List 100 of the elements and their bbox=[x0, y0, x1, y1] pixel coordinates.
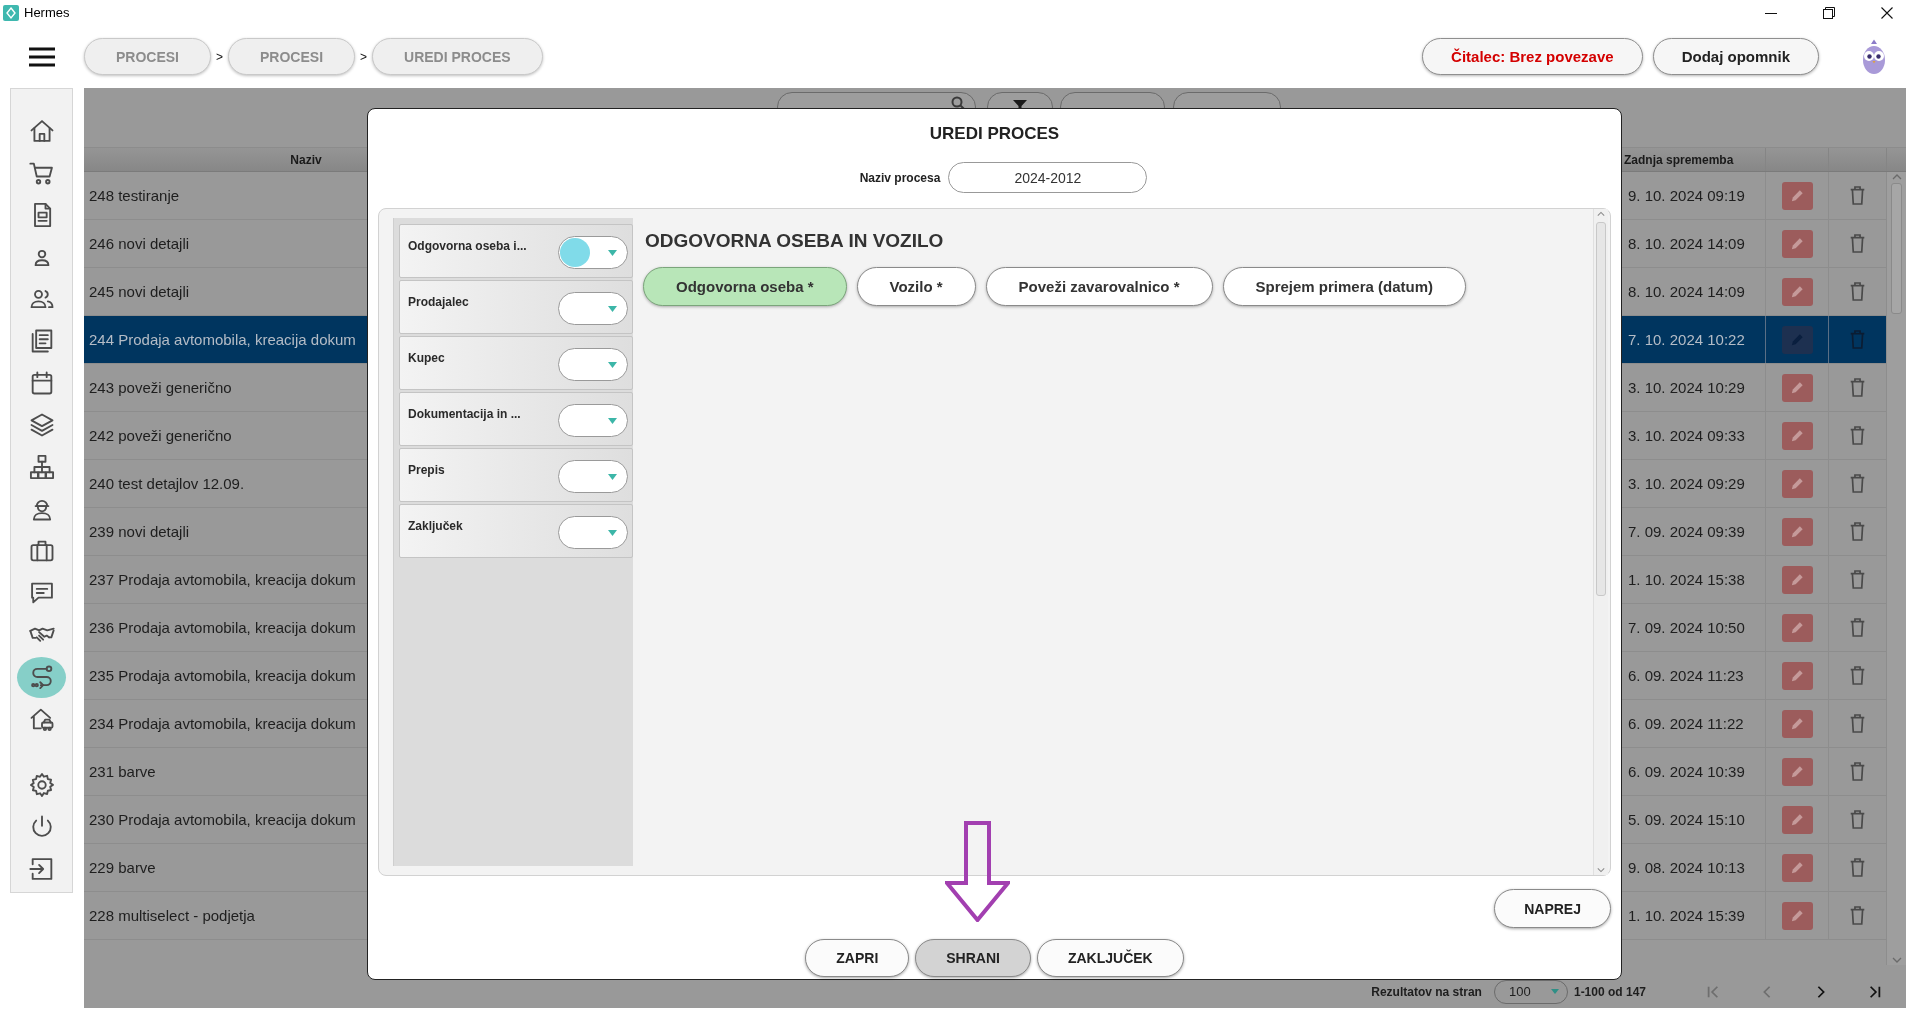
step-dropdown[interactable] bbox=[558, 516, 628, 549]
edit-button[interactable] bbox=[1781, 565, 1813, 594]
process-name: 231 barve bbox=[89, 763, 156, 780]
process-name: 243 poveži generično bbox=[89, 379, 232, 396]
pencil-icon bbox=[1789, 716, 1805, 731]
step-item[interactable]: Prepis bbox=[399, 448, 633, 502]
trash-icon[interactable] bbox=[1849, 761, 1866, 782]
dialog-button[interactable]: ZAPRI bbox=[805, 939, 910, 977]
trash-icon[interactable] bbox=[1849, 473, 1866, 494]
pencil-icon bbox=[1789, 812, 1805, 827]
trash-icon[interactable] bbox=[1849, 377, 1866, 398]
edit-button[interactable] bbox=[1781, 853, 1813, 882]
pencil-icon bbox=[1789, 908, 1805, 923]
trash-icon[interactable] bbox=[1849, 617, 1866, 638]
subtab[interactable]: Odgovorna oseba * bbox=[643, 267, 847, 306]
step-item[interactable]: Zaključek bbox=[399, 504, 633, 558]
edit-button[interactable] bbox=[1781, 373, 1813, 402]
modified-date: 9. 08. 2024 10:13 bbox=[1628, 859, 1745, 876]
scrollbar[interactable] bbox=[1886, 172, 1906, 965]
edit-button[interactable] bbox=[1781, 709, 1813, 738]
pencil-icon bbox=[1789, 860, 1805, 875]
edit-button[interactable] bbox=[1781, 517, 1813, 546]
step-item[interactable]: Odgovorna oseba i... bbox=[399, 224, 633, 278]
trash-icon[interactable] bbox=[1849, 185, 1866, 206]
caret-icon bbox=[608, 529, 617, 536]
trash-icon[interactable] bbox=[1849, 857, 1866, 878]
menu-icon[interactable] bbox=[29, 46, 55, 67]
scrollbar-thumb[interactable] bbox=[1891, 183, 1902, 314]
scroll-up-icon[interactable] bbox=[1892, 174, 1902, 180]
settings-icon[interactable] bbox=[27, 771, 56, 799]
edit-button[interactable] bbox=[1781, 181, 1813, 210]
step-label: Odgovorna oseba i... bbox=[408, 239, 528, 253]
network-icon[interactable] bbox=[27, 453, 56, 481]
trash-icon[interactable] bbox=[1849, 281, 1866, 302]
step-dropdown[interactable] bbox=[558, 404, 628, 437]
last-page-icon[interactable] bbox=[1868, 984, 1882, 999]
trash-icon[interactable] bbox=[1849, 905, 1866, 926]
trash-icon[interactable] bbox=[1849, 521, 1866, 542]
process-name: 244 Prodaja avtomobila, kreacija dokum bbox=[89, 331, 356, 348]
name-field[interactable]: 2024-2012 bbox=[948, 162, 1148, 193]
step-dropdown[interactable] bbox=[558, 460, 628, 493]
process-name: 245 novi detajli bbox=[89, 283, 190, 300]
trash-icon[interactable] bbox=[1849, 809, 1866, 830]
scrollbar-thumb[interactable] bbox=[1596, 222, 1606, 596]
scroll-down-icon[interactable] bbox=[1597, 867, 1605, 873]
modified-date: 1. 10. 2024 15:39 bbox=[1628, 907, 1745, 924]
edit-button[interactable] bbox=[1781, 469, 1813, 498]
restore-icon[interactable] bbox=[1823, 6, 1835, 19]
caret-icon bbox=[608, 305, 617, 312]
edit-button[interactable] bbox=[1781, 277, 1813, 306]
trash-icon[interactable] bbox=[1849, 569, 1866, 590]
edit-button[interactable] bbox=[1781, 661, 1813, 690]
trash-icon[interactable] bbox=[1849, 425, 1866, 446]
pencil-icon bbox=[1789, 476, 1805, 491]
page-range: 1-100 od 147 bbox=[1573, 984, 1646, 999]
modified-date: 3. 10. 2024 09:33 bbox=[1628, 427, 1745, 444]
step-item[interactable]: Dokumentacija in ... bbox=[399, 392, 633, 446]
next-button[interactable]: NAPREJ bbox=[1494, 889, 1611, 928]
column-header: Naziv bbox=[290, 152, 322, 167]
step-item[interactable]: Prodajalec bbox=[399, 280, 633, 334]
scroll-up-icon[interactable] bbox=[1597, 211, 1605, 217]
subtab[interactable]: Vozilo * bbox=[856, 267, 976, 306]
modified-date: 1. 10. 2024 15:38 bbox=[1628, 571, 1745, 588]
process-name: 228 multiselect - podjetja bbox=[89, 907, 255, 924]
edit-button[interactable] bbox=[1781, 901, 1813, 930]
process-name: 248 testiranje bbox=[89, 187, 180, 204]
edit-button[interactable] bbox=[1781, 757, 1813, 786]
step-label: Dokumentacija in ... bbox=[408, 407, 522, 421]
pencil-icon bbox=[1789, 764, 1805, 779]
modified-date: 6. 09. 2024 11:23 bbox=[1628, 667, 1744, 684]
breadcrumb-separator: > bbox=[360, 49, 368, 64]
step-dropdown[interactable] bbox=[558, 348, 628, 381]
step-dropdown[interactable] bbox=[558, 292, 628, 325]
column-header: Zadnja sprememba bbox=[1624, 152, 1734, 167]
scroll-down-icon[interactable] bbox=[1892, 957, 1902, 963]
edit-button[interactable] bbox=[1781, 229, 1813, 258]
modified-date: 7. 10. 2024 10:22 bbox=[1628, 331, 1745, 348]
modified-date: 8. 10. 2024 14:09 bbox=[1628, 283, 1745, 300]
trash-icon[interactable] bbox=[1849, 713, 1866, 734]
route-icon[interactable] bbox=[17, 656, 66, 698]
pencil-icon bbox=[1789, 284, 1805, 299]
step-label: Kupec bbox=[408, 351, 446, 365]
edit-button[interactable] bbox=[1781, 421, 1813, 450]
trash-icon[interactable] bbox=[1849, 233, 1866, 254]
caret-icon bbox=[608, 417, 617, 424]
step-item[interactable]: Kupec bbox=[399, 336, 633, 390]
step-label: Zaključek bbox=[408, 519, 464, 533]
subtab[interactable]: Sprejem primera (datum) bbox=[1222, 267, 1467, 306]
edit-button[interactable] bbox=[1781, 613, 1813, 642]
dialog-button[interactable]: ZAKLJUČEK bbox=[1036, 939, 1184, 977]
dialog-title: UREDI PROCES bbox=[929, 124, 1060, 144]
trash-icon[interactable] bbox=[1849, 665, 1866, 686]
reminder-button[interactable]: Dodaj opomnik bbox=[1652, 38, 1819, 75]
step-dropdown[interactable] bbox=[558, 236, 628, 269]
reader-status-button[interactable]: Čitalec: Brez povezave bbox=[1422, 38, 1643, 75]
close-icon[interactable] bbox=[1881, 6, 1893, 19]
subtab[interactable]: Poveži zavarovalnico * bbox=[985, 267, 1213, 306]
edit-button[interactable] bbox=[1781, 805, 1813, 834]
dialog-button[interactable]: SHRANI bbox=[915, 939, 1031, 977]
step-label: Prodajalec bbox=[408, 295, 470, 309]
